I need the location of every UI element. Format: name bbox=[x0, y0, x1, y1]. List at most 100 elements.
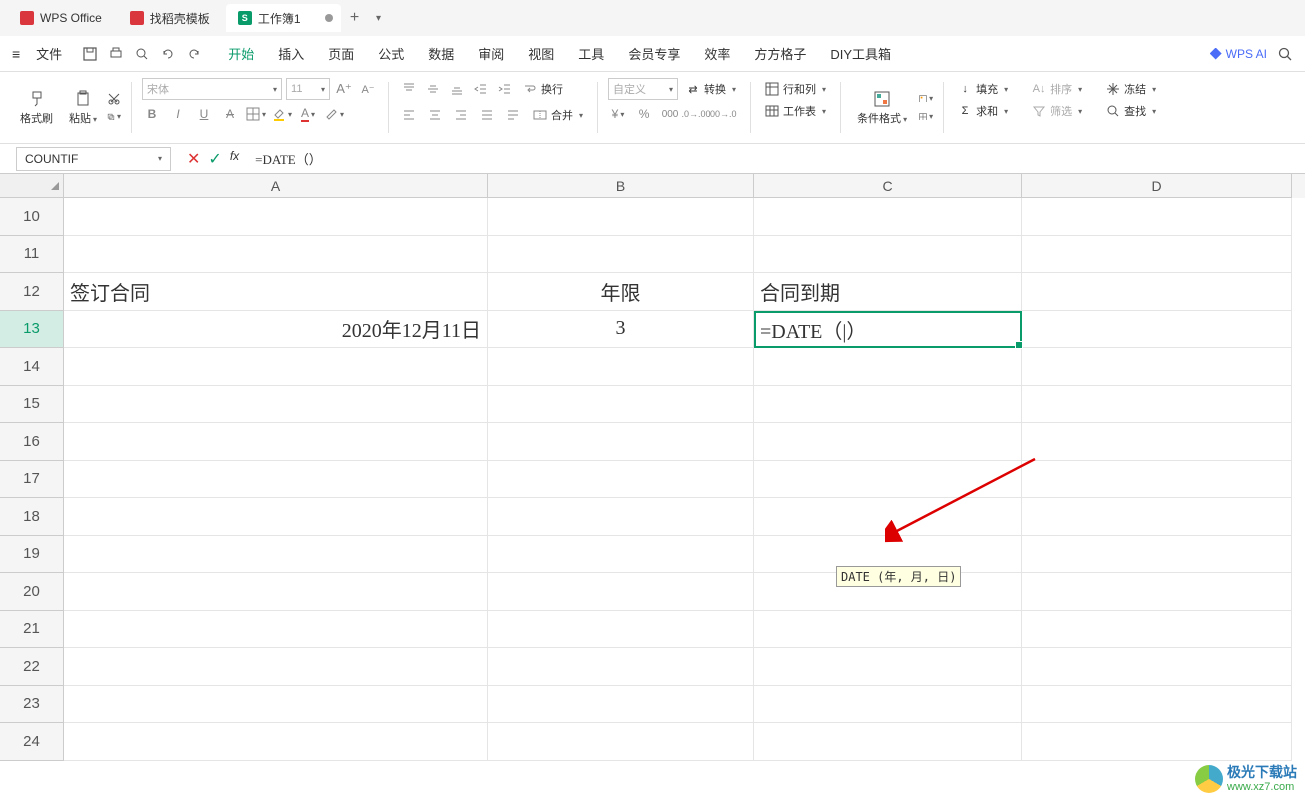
cell-D22[interactable] bbox=[1022, 648, 1292, 686]
cell-B18[interactable] bbox=[488, 498, 754, 536]
align-center-icon[interactable] bbox=[425, 105, 445, 125]
row-header-19[interactable]: 19 bbox=[0, 536, 64, 574]
menu-tab-view[interactable]: 视图 bbox=[520, 40, 562, 67]
cancel-formula-icon[interactable]: ✕ bbox=[187, 149, 200, 169]
justify-icon[interactable] bbox=[477, 105, 497, 125]
menu-tab-tools[interactable]: 工具 bbox=[570, 40, 612, 67]
decrease-font-icon[interactable]: A⁻ bbox=[358, 79, 378, 99]
cell-A18[interactable] bbox=[64, 498, 488, 536]
cell-A21[interactable] bbox=[64, 611, 488, 649]
format-painter-button[interactable]: 格式刷 bbox=[14, 88, 59, 128]
sort-button[interactable]: A↓排序▾ bbox=[1028, 78, 1086, 100]
italic-button[interactable]: I bbox=[168, 104, 188, 124]
border-button[interactable]: ▾ bbox=[246, 104, 266, 124]
cell-A12[interactable]: 签订合同 bbox=[64, 273, 488, 311]
cell-B24[interactable] bbox=[488, 723, 754, 761]
menu-tab-diy[interactable]: DIY工具箱 bbox=[822, 40, 899, 67]
fill-color-button[interactable]: ▾ bbox=[272, 104, 292, 124]
cell-C15[interactable] bbox=[754, 386, 1022, 424]
menu-tab-insert[interactable]: 插入 bbox=[270, 40, 312, 67]
increase-font-icon[interactable]: A⁺ bbox=[334, 79, 354, 99]
menu-tab-efficiency[interactable]: 效率 bbox=[696, 40, 738, 67]
align-top-icon[interactable] bbox=[399, 79, 419, 99]
cell-B16[interactable] bbox=[488, 423, 754, 461]
cell-B20[interactable] bbox=[488, 573, 754, 611]
table-format-icon[interactable]: ▾ bbox=[919, 110, 933, 124]
cell-A17[interactable] bbox=[64, 461, 488, 499]
cell-B21[interactable] bbox=[488, 611, 754, 649]
increase-decimal-icon[interactable]: .0→.00 bbox=[686, 104, 706, 124]
cell-B13[interactable]: 3 bbox=[488, 311, 754, 349]
cell-C16[interactable] bbox=[754, 423, 1022, 461]
row-header-14[interactable]: 14 bbox=[0, 348, 64, 386]
align-left-icon[interactable] bbox=[399, 105, 419, 125]
row-header-15[interactable]: 15 bbox=[0, 386, 64, 424]
cell-B17[interactable] bbox=[488, 461, 754, 499]
cell-D12[interactable] bbox=[1022, 273, 1292, 311]
undo-icon[interactable] bbox=[160, 46, 176, 62]
convert-button[interactable]: ⇄转换▾ bbox=[682, 78, 740, 100]
rows-cols-button[interactable]: 行和列▾ bbox=[761, 78, 830, 100]
cell-C13[interactable]: =DATE（|） bbox=[754, 311, 1022, 349]
cell-D14[interactable] bbox=[1022, 348, 1292, 386]
menu-tab-review[interactable]: 审阅 bbox=[470, 40, 512, 67]
sum-button[interactable]: Σ求和▾ bbox=[954, 100, 1012, 122]
menu-file[interactable]: 文件 bbox=[28, 40, 70, 67]
row-header-13[interactable]: 13 bbox=[0, 311, 64, 349]
cell-C10[interactable] bbox=[754, 198, 1022, 236]
cell-A13[interactable]: 2020年12月11日 bbox=[64, 311, 488, 349]
align-middle-icon[interactable] bbox=[423, 79, 443, 99]
cell-A20[interactable] bbox=[64, 573, 488, 611]
font-color-button[interactable]: A▾ bbox=[298, 104, 318, 124]
cell-A11[interactable] bbox=[64, 236, 488, 274]
col-header-b[interactable]: B bbox=[488, 174, 754, 198]
fill-button[interactable]: ↓填充▾ bbox=[954, 78, 1012, 100]
cell-D21[interactable] bbox=[1022, 611, 1292, 649]
wrap-text-button[interactable]: 换行 bbox=[519, 78, 567, 100]
accept-formula-icon[interactable]: ✓ bbox=[208, 149, 221, 169]
underline-button[interactable]: U bbox=[194, 104, 214, 124]
cell-D15[interactable] bbox=[1022, 386, 1292, 424]
name-box[interactable]: COUNTIF ▾ bbox=[16, 147, 171, 171]
cell-B19[interactable] bbox=[488, 536, 754, 574]
cell-C12[interactable]: 合同到期 bbox=[754, 273, 1022, 311]
row-header-16[interactable]: 16 bbox=[0, 423, 64, 461]
cell-A10[interactable] bbox=[64, 198, 488, 236]
decrease-indent-icon[interactable] bbox=[471, 79, 491, 99]
increase-indent-icon[interactable] bbox=[495, 79, 515, 99]
cell-C23[interactable] bbox=[754, 686, 1022, 724]
align-bottom-icon[interactable] bbox=[447, 79, 467, 99]
align-right-icon[interactable] bbox=[451, 105, 471, 125]
cell-A22[interactable] bbox=[64, 648, 488, 686]
print-icon[interactable] bbox=[108, 46, 124, 62]
fx-icon[interactable]: fx bbox=[230, 149, 239, 169]
cell-B22[interactable] bbox=[488, 648, 754, 686]
cell-D10[interactable] bbox=[1022, 198, 1292, 236]
menu-tab-data[interactable]: 数据 bbox=[420, 40, 462, 67]
strikethrough-button[interactable]: A bbox=[220, 104, 240, 124]
cell-A16[interactable] bbox=[64, 423, 488, 461]
cell-A23[interactable] bbox=[64, 686, 488, 724]
cell-D20[interactable] bbox=[1022, 573, 1292, 611]
wps-ai-button[interactable]: WPS AI bbox=[1210, 47, 1267, 61]
cell-D11[interactable] bbox=[1022, 236, 1292, 274]
cell-A14[interactable] bbox=[64, 348, 488, 386]
col-header-a[interactable]: A bbox=[64, 174, 488, 198]
chevron-down-icon[interactable]: ▾ bbox=[158, 154, 162, 163]
row-header-21[interactable]: 21 bbox=[0, 611, 64, 649]
cell-D17[interactable] bbox=[1022, 461, 1292, 499]
save-icon[interactable] bbox=[82, 46, 98, 62]
row-header-10[interactable]: 10 bbox=[0, 198, 64, 236]
tab-workbook-1[interactable]: S 工作簿1 bbox=[226, 4, 341, 32]
cell-B12[interactable]: 年限 bbox=[488, 273, 754, 311]
cell-C18[interactable] bbox=[754, 498, 1022, 536]
menu-tab-page[interactable]: 页面 bbox=[320, 40, 362, 67]
bold-button[interactable]: B bbox=[142, 104, 162, 124]
tab-wps-office[interactable]: WPS Office bbox=[8, 4, 114, 32]
cell-B23[interactable] bbox=[488, 686, 754, 724]
cut-icon[interactable] bbox=[107, 92, 121, 106]
cell-C21[interactable] bbox=[754, 611, 1022, 649]
cell-C24[interactable] bbox=[754, 723, 1022, 761]
percent-icon[interactable]: % bbox=[634, 104, 654, 124]
find-button[interactable]: 查找▾ bbox=[1102, 100, 1160, 122]
